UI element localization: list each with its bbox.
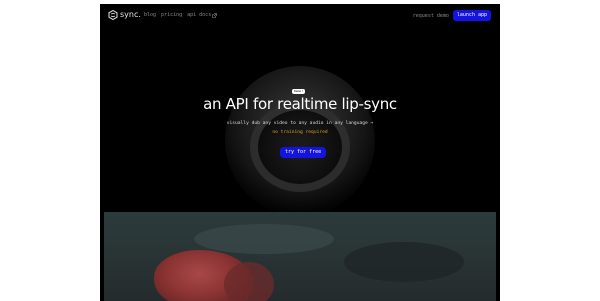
video-subject-shape [224, 262, 274, 301]
video-background-shape [344, 242, 464, 282]
top-navbar: sync. blog pricing api docs request demo… [100, 4, 500, 26]
launch-app-button[interactable]: launch app [452, 10, 491, 21]
sync-logo-icon [108, 10, 118, 20]
nav-actions: request demo launch app [413, 10, 491, 21]
request-demo-link[interactable]: request demo [413, 13, 449, 19]
try-for-free-button[interactable]: try for free [280, 147, 327, 158]
nav-link-blog[interactable]: blog [144, 12, 156, 18]
hero-headline: an API for realtime lip-sync [203, 95, 397, 113]
logo-text: sync. [120, 10, 141, 19]
hero-tagline: no training required [272, 130, 328, 135]
demo-video-preview[interactable] [104, 212, 496, 301]
nav-link-pricing[interactable]: pricing [161, 12, 182, 18]
external-link-icon [212, 12, 218, 18]
nav-links: blog pricing api docs [144, 12, 218, 18]
nav-link-api-docs-label: api docs [187, 12, 212, 18]
nav-link-api-docs[interactable]: api docs [187, 12, 218, 18]
hero-subline: visually dub any video to any audio in a… [226, 121, 374, 126]
app-frame: sync. blog pricing api docs request demo… [100, 4, 500, 301]
logo[interactable]: sync. [108, 10, 141, 20]
video-background-shape [194, 224, 334, 254]
